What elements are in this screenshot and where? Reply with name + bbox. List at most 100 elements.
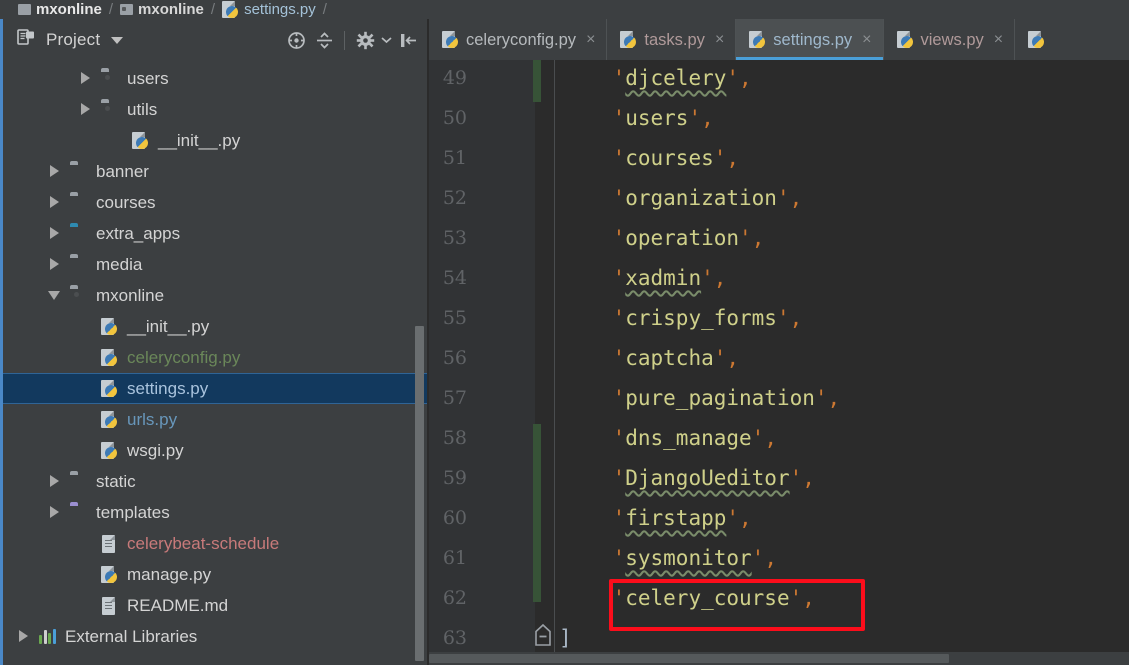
tree-item[interactable]: __init__.py	[3, 125, 429, 156]
code-token-comma: ,	[701, 106, 714, 130]
tree-item-label: celeryconfig.py	[127, 348, 241, 367]
editor-tab[interactable]: views.py ×	[884, 19, 1015, 60]
chevron-right-icon[interactable]	[17, 630, 30, 643]
folder-icon-purple	[70, 504, 89, 521]
pycharm-window: mxonline / mxonline / settings.py / Proj…	[0, 0, 1129, 665]
locate-in-tree-icon[interactable]	[283, 27, 309, 53]
code-line[interactable]: 'xadmin',	[562, 258, 727, 298]
tree-item-label: __init__.py	[127, 317, 210, 336]
line-number: 56	[442, 347, 467, 369]
chevron-right-icon[interactable]	[48, 196, 61, 209]
line-number: 58	[442, 427, 467, 449]
tree-item[interactable]: templates	[3, 497, 429, 528]
close-tab-icon[interactable]: ×	[994, 31, 1003, 48]
tree-item-label: templates	[96, 503, 170, 522]
editor-tab[interactable]: celeryconfig.py ×	[429, 19, 606, 60]
code-line[interactable]: 'djcelery',	[562, 60, 752, 98]
code-token-quote: '	[701, 266, 714, 290]
hide-panel-icon[interactable]	[395, 27, 421, 53]
code-token-quote: '	[612, 306, 626, 330]
code-line[interactable]: 'DjangoUeditor',	[562, 458, 815, 498]
chevron-right-icon[interactable]	[48, 227, 61, 240]
tree-item[interactable]: banner	[3, 156, 429, 187]
tree-item[interactable]: static	[3, 466, 429, 497]
tree-item[interactable]: urls.py	[3, 404, 429, 435]
project-tree-scrollbar[interactable]	[415, 326, 424, 661]
code-token-string: users	[625, 106, 689, 130]
chevron-right-icon[interactable]	[48, 165, 61, 178]
tree-item[interactable]: mxonline	[3, 280, 429, 311]
line-number: 50	[442, 107, 467, 129]
toolbar-separator	[344, 30, 345, 50]
folder-icon	[18, 4, 31, 15]
tree-item[interactable]: wsgi.py	[3, 435, 429, 466]
code-token-string: firstapp	[625, 506, 727, 530]
code-token-comma: ,	[802, 586, 815, 610]
project-tree[interactable]: users utils __init__.py banner courses extra_…	[3, 61, 429, 665]
tree-item[interactable]: courses	[3, 187, 429, 218]
editor-tab-bar[interactable]: celeryconfig.py × tasks.py × settings.py × vie…	[429, 19, 1129, 60]
chevron-right-icon[interactable]	[48, 258, 61, 271]
code-token-quote: '	[713, 346, 727, 370]
code-token-comma: ,	[713, 266, 727, 290]
chevron-right-icon[interactable]	[79, 103, 92, 116]
editor-gutter[interactable]: 49 50 51 52 53 54 55 56 57 58 59 60 61 62 63	[429, 60, 551, 665]
tree-item[interactable]: manage.py	[3, 559, 429, 590]
close-tab-icon[interactable]: ×	[715, 31, 724, 48]
breadcrumb-item-package[interactable]: mxonline	[120, 0, 204, 19]
chevron-right-icon[interactable]	[48, 506, 61, 519]
vcs-change-marker[interactable]	[533, 424, 541, 602]
code-token-quote: '	[739, 226, 752, 250]
code-line[interactable]: 'firstapp',	[562, 498, 752, 538]
tree-item[interactable]: __init__.py	[3, 311, 429, 342]
chevron-right-icon[interactable]	[79, 72, 92, 85]
tree-item[interactable]: celeryconfig.py	[3, 342, 429, 373]
close-tab-icon[interactable]: ×	[862, 31, 871, 48]
code-editor[interactable]: 49 50 51 52 53 54 55 56 57 58 59 60 61 62 63 'djcelery…	[429, 60, 1129, 665]
project-panel-header: Project	[3, 19, 429, 61]
tree-item[interactable]: media	[3, 249, 429, 280]
tree-item-label: mxonline	[96, 286, 165, 305]
code-line[interactable]: 'dns_manage',	[562, 418, 777, 458]
vcs-change-marker[interactable]	[533, 60, 541, 102]
gear-dropdown-icon[interactable]	[380, 27, 393, 53]
code-token-string: djcelery	[625, 66, 727, 90]
code-line[interactable]: 'courses',	[562, 138, 739, 178]
line-number: 61	[442, 547, 467, 569]
code-line[interactable]: 'operation',	[562, 218, 765, 258]
code-line[interactable]: 'sysmonitor',	[562, 538, 777, 578]
code-token-comma: ,	[751, 226, 765, 250]
code-line[interactable]: 'pure_pagination',	[562, 378, 841, 418]
tree-item-selected[interactable]: settings.py	[3, 373, 429, 404]
tree-item[interactable]: celerybeat-schedule	[3, 528, 429, 559]
breadcrumb-item-file[interactable]: settings.py	[222, 0, 316, 19]
chevron-down-icon[interactable]	[48, 289, 61, 302]
code-token-quote: '	[612, 506, 626, 530]
editor-horizontal-scrollbar[interactable]	[429, 652, 1129, 665]
code-line[interactable]: 'users',	[562, 98, 714, 138]
code-token-quote: '	[751, 546, 765, 570]
chevron-right-icon[interactable]	[48, 475, 61, 488]
tree-item[interactable]: extra_apps	[3, 218, 429, 249]
code-line[interactable]: 'organization',	[562, 178, 803, 218]
tree-item[interactable]: users	[3, 63, 429, 94]
settings-gear-icon[interactable]	[352, 27, 378, 53]
tree-item[interactable]: External Libraries	[3, 621, 429, 652]
code-token-quote: '	[612, 66, 626, 90]
tree-item-label: settings.py	[127, 379, 209, 398]
code-line[interactable]: 'celery_course',	[562, 578, 815, 618]
close-tab-icon[interactable]: ×	[586, 31, 595, 48]
tree-item[interactable]: README.md	[3, 590, 429, 621]
chevron-down-icon[interactable]	[111, 36, 124, 44]
collapse-all-icon[interactable]	[311, 27, 337, 53]
code-line[interactable]: 'captcha',	[562, 338, 739, 378]
editor-tab[interactable]	[1015, 19, 1052, 60]
code-content[interactable]: 'djcelery', 'users', 'courses', 'organiz…	[559, 60, 1129, 665]
code-token-comma: ,	[789, 306, 803, 330]
text-file-icon	[101, 535, 120, 553]
editor-tab[interactable]: tasks.py ×	[607, 19, 735, 60]
code-line[interactable]: 'crispy_forms',	[562, 298, 803, 338]
breadcrumb-item-project[interactable]: mxonline	[18, 0, 102, 19]
tree-item[interactable]: utils	[3, 94, 429, 125]
editor-tab-active[interactable]: settings.py ×	[736, 19, 883, 60]
